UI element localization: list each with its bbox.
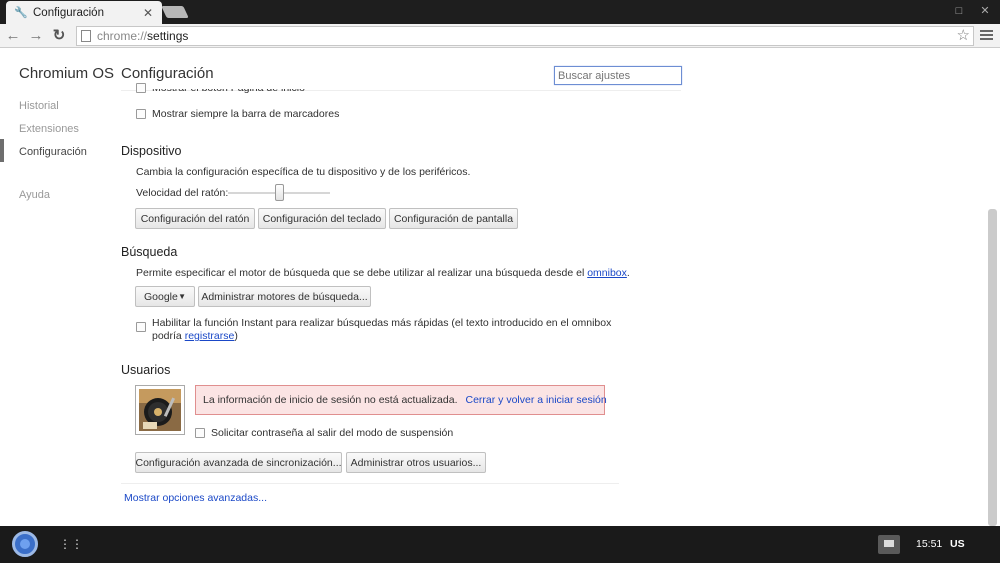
sign-in-again-link[interactable]: Cerrar y volver a iniciar sesión bbox=[466, 394, 607, 406]
reload-icon[interactable]: ↻ bbox=[50, 27, 68, 45]
notification-icon[interactable] bbox=[878, 535, 900, 554]
close-window-icon[interactable]: ✕ bbox=[979, 4, 991, 18]
password-on-wake-label: Solicitar contraseña al salir del modo d… bbox=[211, 427, 454, 439]
address-bar[interactable]: chrome:// settings ☆ bbox=[76, 26, 974, 46]
device-description: Cambia la configuración específica de tu… bbox=[136, 166, 471, 178]
search-section-title: Búsqueda bbox=[121, 245, 178, 259]
app-launcher-icon[interactable]: ⋮⋮ bbox=[59, 538, 83, 550]
alert-text: La información de inicio de sesión no es… bbox=[203, 394, 458, 406]
instant-label-line1: Habilitar la función Instant para realiz… bbox=[152, 317, 612, 329]
sidebar-item-extensiones[interactable]: Extensiones bbox=[19, 123, 79, 135]
sidebar-item-configuracion[interactable]: Configuración bbox=[19, 146, 87, 158]
input-method-indicator[interactable]: US bbox=[950, 538, 965, 550]
device-section-title: Dispositivo bbox=[121, 144, 182, 158]
password-on-wake-checkbox[interactable] bbox=[195, 428, 205, 438]
sidebar-selection-indicator bbox=[0, 139, 4, 162]
sidebar-item-ayuda[interactable]: Ayuda bbox=[19, 189, 50, 201]
display-settings-button[interactable]: Configuración de pantalla bbox=[389, 208, 518, 229]
system-shelf: ⋮⋮ 15:51 US bbox=[0, 526, 1000, 563]
home-button-checkbox[interactable] bbox=[136, 83, 146, 93]
keyboard-settings-button[interactable]: Configuración del teclado bbox=[258, 208, 386, 229]
bookmarks-bar-label: Mostrar siempre la barra de marcadores bbox=[152, 108, 340, 120]
tab-strip: 🔧 Configuración ✕ □ ✕ bbox=[0, 0, 1000, 24]
tab-title: Configuración bbox=[33, 6, 104, 19]
manage-search-engines-button[interactable]: Administrar motores de búsqueda... bbox=[198, 286, 371, 307]
page-icon bbox=[81, 30, 91, 42]
search-engine-value: Google bbox=[144, 290, 178, 303]
wrench-icon: 🔧 bbox=[14, 6, 28, 19]
mouse-settings-button[interactable]: Configuración del ratón bbox=[135, 208, 255, 229]
sidebar-title: Chromium OS bbox=[19, 65, 115, 82]
back-icon[interactable]: ← bbox=[4, 27, 22, 45]
user-avatar[interactable] bbox=[135, 385, 185, 435]
footer-divider bbox=[121, 483, 619, 484]
sign-in-alert: La información de inicio de sesión no es… bbox=[195, 385, 607, 415]
page-title: Configuración bbox=[121, 65, 214, 82]
url-host: settings bbox=[147, 29, 189, 43]
url-scheme: chrome:// bbox=[97, 29, 148, 43]
vertical-scrollbar[interactable] bbox=[988, 209, 997, 526]
menu-icon[interactable] bbox=[980, 28, 994, 44]
instant-label-line2: podría registrarse) bbox=[152, 330, 238, 342]
mouse-speed-slider-thumb[interactable] bbox=[275, 184, 284, 201]
bookmark-star-icon[interactable]: ☆ bbox=[957, 27, 970, 45]
home-button-label: Mostrar el botón Página de inicio bbox=[152, 82, 305, 94]
search-description: Permite especificar el motor de búsqueda… bbox=[136, 267, 630, 279]
users-section-title: Usuarios bbox=[121, 363, 171, 377]
omnibox-link[interactable]: omnibox bbox=[587, 267, 627, 279]
tab-close-icon[interactable]: ✕ bbox=[142, 6, 154, 20]
tab-configuracion[interactable]: 🔧 Configuración ✕ bbox=[6, 1, 162, 24]
chrome-browser-icon[interactable] bbox=[12, 531, 38, 557]
forward-icon[interactable]: → bbox=[27, 27, 45, 45]
bookmarks-bar-checkbox[interactable] bbox=[136, 109, 146, 119]
manage-other-users-button[interactable]: Administrar otros usuarios... bbox=[346, 452, 486, 473]
show-advanced-settings-link[interactable]: Mostrar opciones avanzadas... bbox=[124, 492, 267, 504]
clock[interactable]: 15:51 bbox=[916, 538, 942, 550]
chevron-down-icon: ▼ bbox=[178, 292, 186, 301]
advanced-sync-button[interactable]: Configuración avanzada de sincronización… bbox=[135, 452, 342, 473]
search-engine-select[interactable]: Google ▼ bbox=[135, 286, 195, 307]
sidebar-item-historial[interactable]: Historial bbox=[19, 100, 59, 112]
instant-checkbox[interactable] bbox=[136, 322, 146, 332]
register-link[interactable]: registrarse bbox=[185, 330, 235, 342]
browser-toolbar: ← → ↻ chrome:// settings ☆ bbox=[0, 24, 1000, 48]
settings-page: Chromium OS Historial Extensiones Config… bbox=[0, 49, 1000, 526]
mouse-speed-label: Velocidad del ratón: bbox=[136, 187, 229, 199]
new-tab-button[interactable] bbox=[161, 6, 189, 18]
restore-window-icon[interactable]: □ bbox=[953, 4, 965, 18]
search-settings-input[interactable] bbox=[554, 66, 682, 85]
